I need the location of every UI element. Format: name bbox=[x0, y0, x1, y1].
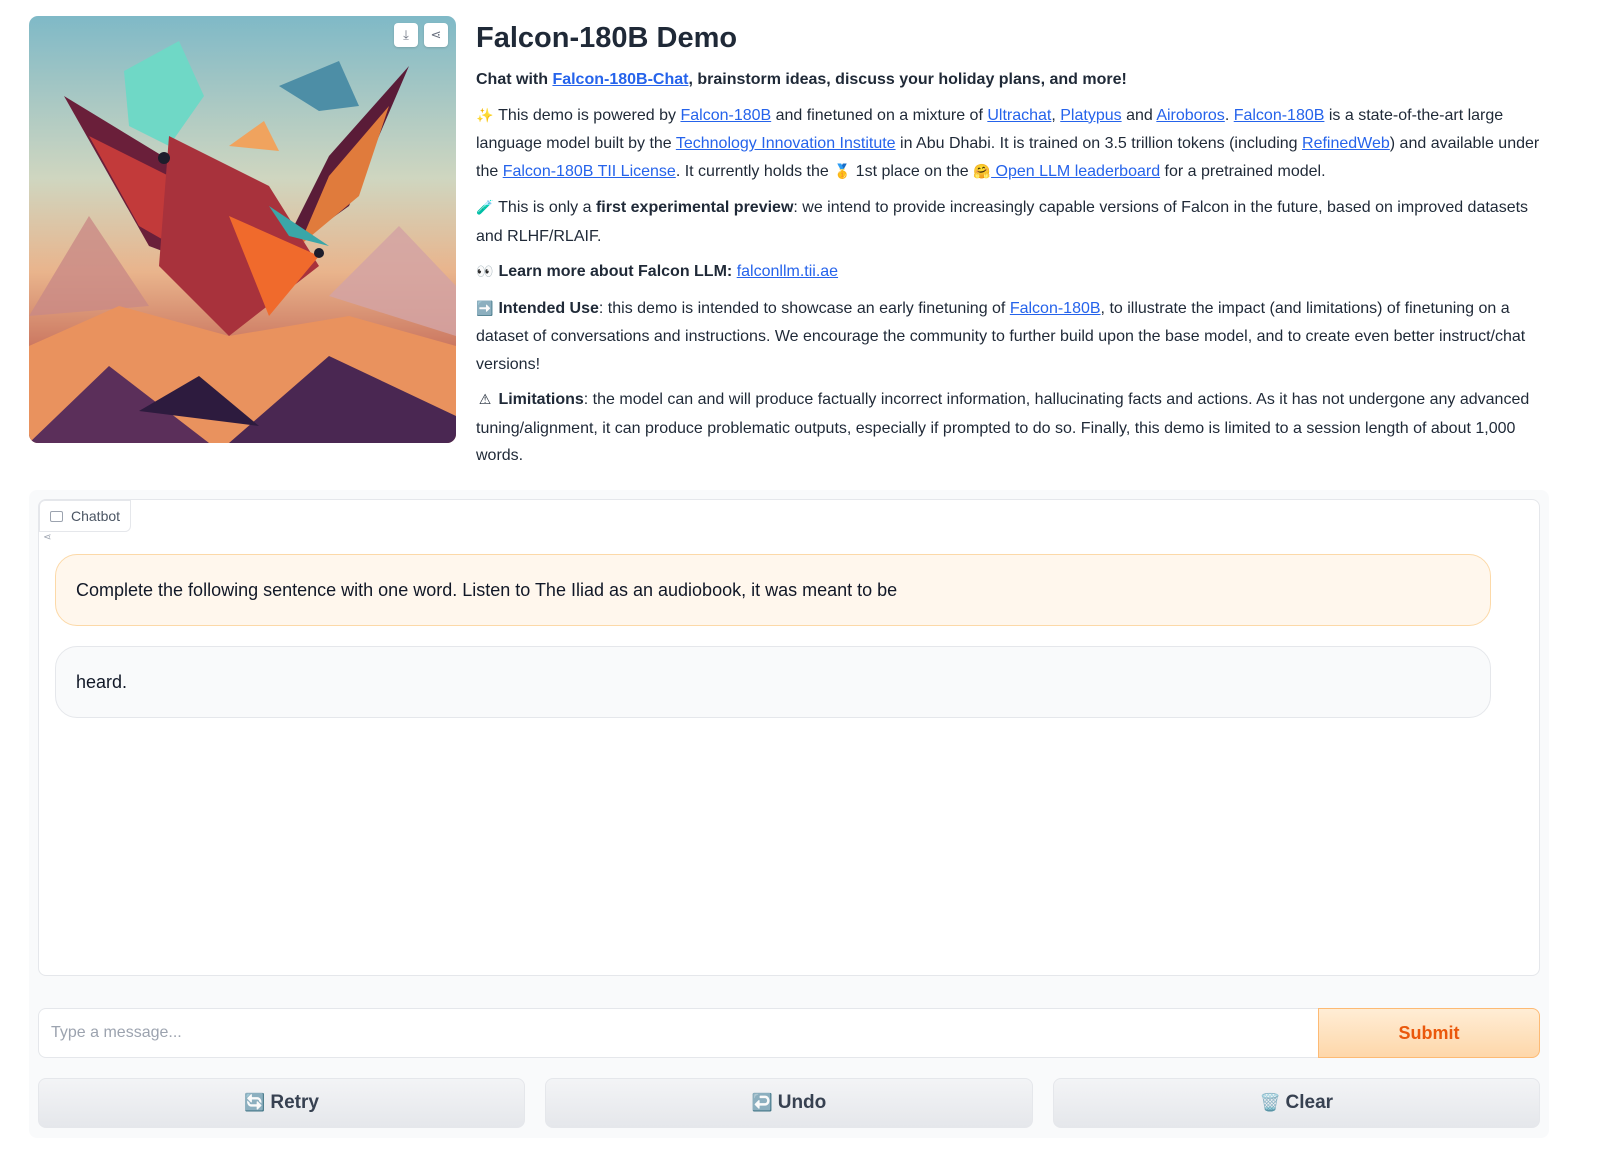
bot-message: heard. bbox=[55, 646, 1491, 718]
action-buttons: 🔄 Retry ↩️ Undo 🗑️ Clear bbox=[38, 1078, 1540, 1128]
text: , bbox=[1051, 106, 1061, 124]
falcon-chat-link[interactable]: Falcon-180B-Chat bbox=[552, 71, 688, 88]
clear-label: Clear bbox=[1285, 1092, 1334, 1113]
message-text: heard. bbox=[76, 671, 128, 692]
preview-paragraph: 🧪 This is only a first experimental prev… bbox=[476, 194, 1556, 250]
arrow-right-icon: ➡️ bbox=[476, 300, 494, 317]
falcon-180b-link[interactable]: Falcon-180B bbox=[680, 107, 771, 124]
message-input[interactable] bbox=[38, 1008, 1318, 1058]
text: and finetuned on a mixture of bbox=[771, 106, 988, 124]
intended-use-paragraph: ➡️ Intended Use: this demo is intended t… bbox=[476, 295, 1556, 379]
download-icon[interactable]: ⤓ bbox=[394, 23, 418, 47]
falcon-180b-link-2[interactable]: Falcon-180B bbox=[1234, 107, 1325, 124]
text: for a pretrained model. bbox=[1160, 162, 1326, 180]
text: : the model can and will produce factual… bbox=[476, 391, 1530, 464]
tagline-prefix: Chat with bbox=[476, 71, 553, 88]
share-icon[interactable]: ⋖ bbox=[424, 23, 448, 47]
trash-icon: 🗑️ bbox=[1259, 1093, 1281, 1113]
text: . bbox=[1224, 106, 1234, 124]
sparkles-icon: ✨ bbox=[476, 107, 494, 124]
text: . It currently holds the bbox=[675, 162, 834, 180]
bold-text: first experimental preview bbox=[595, 199, 794, 216]
undo-icon: ↩️ bbox=[751, 1093, 773, 1113]
chatbot-label: Chatbot bbox=[39, 500, 132, 532]
user-message: Complete the following sentence with one… bbox=[55, 554, 1491, 626]
chatbot[interactable]: Chatbot ⋖ Complete the following sentenc… bbox=[38, 499, 1540, 976]
test-tube-icon: 🧪 bbox=[476, 200, 494, 216]
falconllm-link[interactable]: falconllm.tii.ae bbox=[737, 263, 838, 280]
bold-text: Limitations bbox=[494, 391, 584, 408]
description-block: Falcon-180B Demo Chat with Falcon-180B-C… bbox=[476, 16, 1556, 478]
text: This is only a bbox=[494, 199, 596, 216]
text: : this demo is intended to showcase an e… bbox=[598, 299, 1010, 317]
tagline: Chat with Falcon-180B-Chat, brainstorm i… bbox=[476, 66, 1556, 94]
eyes-icon: 👀 bbox=[476, 264, 494, 280]
tii-link[interactable]: Technology Innovation Institute bbox=[676, 135, 896, 152]
limitations-paragraph: ⚠ Limitations: the model can and will pr… bbox=[476, 386, 1556, 470]
bold-text: Learn more about Falcon LLM: bbox=[494, 263, 733, 280]
intro-paragraph: ✨ This demo is powered by Falcon-180B an… bbox=[476, 102, 1556, 187]
chatbot-label-text: Chatbot bbox=[71, 508, 121, 524]
warning-icon: ⚠ bbox=[478, 392, 492, 408]
ultrachat-link[interactable]: Ultrachat bbox=[987, 107, 1051, 124]
leaderboard-link[interactable]: Open LLM leaderboard bbox=[991, 163, 1161, 180]
composer: Submit bbox=[38, 1008, 1540, 1058]
hugging-face-icon: 🤗 bbox=[973, 163, 991, 180]
license-link[interactable]: Falcon-180B TII License bbox=[503, 163, 676, 180]
platypus-link[interactable]: Platypus bbox=[1060, 107, 1121, 124]
chat-bubble-icon bbox=[50, 510, 63, 522]
clear-button[interactable]: 🗑️ Clear bbox=[1052, 1078, 1540, 1128]
text: in Abu Dhabi. It is trained on 3.5 trill… bbox=[895, 135, 1303, 152]
retry-button[interactable]: 🔄 Retry bbox=[38, 1078, 526, 1128]
submit-button[interactable]: Submit bbox=[1318, 1008, 1540, 1058]
message-text: Complete the following sentence with one… bbox=[76, 579, 898, 600]
undo-label: Undo bbox=[777, 1092, 827, 1113]
retry-label: Retry bbox=[270, 1092, 319, 1113]
falcon-180b-link-3[interactable]: Falcon-180B bbox=[1010, 300, 1101, 317]
share-icon[interactable]: ⋖ bbox=[43, 532, 51, 543]
medal-icon: 🥇 bbox=[833, 163, 851, 180]
text: and bbox=[1121, 106, 1157, 124]
tagline-suffix: , brainstorm ideas, discuss your holiday… bbox=[688, 71, 1127, 88]
learn-more-paragraph: 👀 Learn more about Falcon LLM: falconllm… bbox=[476, 258, 1556, 287]
refinedweb-link[interactable]: RefinedWeb bbox=[1302, 135, 1390, 152]
chat-panel: Chatbot ⋖ Complete the following sentenc… bbox=[29, 490, 1549, 1138]
text: This demo is powered by bbox=[494, 106, 681, 124]
falcon-illustration bbox=[29, 41, 456, 443]
page-title: Falcon-180B Demo bbox=[476, 22, 738, 54]
bold-text: Intended Use bbox=[494, 299, 599, 317]
hero-image: ⤓ ⋖ bbox=[29, 16, 456, 443]
undo-button[interactable]: ↩️ Undo bbox=[545, 1078, 1033, 1128]
text: 1st place on the bbox=[851, 162, 974, 180]
retry-icon: 🔄 bbox=[244, 1093, 266, 1113]
airoboros-link[interactable]: Airoboros bbox=[1156, 107, 1224, 124]
